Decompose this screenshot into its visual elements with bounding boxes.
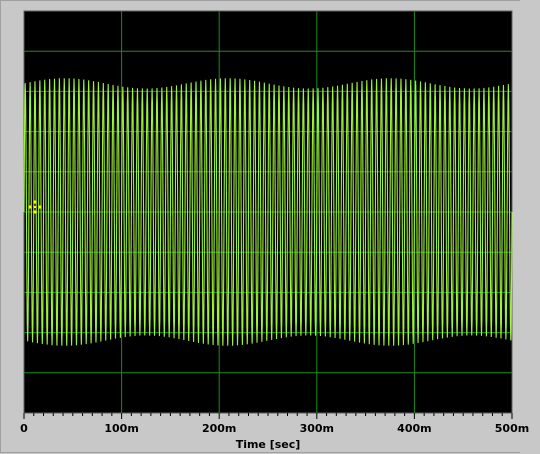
waveform-graph[interactable]: 0 100m 200m 300m 400m 500m Time [sec]	[0, 0, 540, 454]
cursor-dot	[38, 205, 42, 209]
right-strip	[520, 0, 540, 454]
x-tick-label: 500m	[495, 422, 529, 435]
cursor-dot	[28, 205, 32, 209]
x-axis-label: Time [sec]	[236, 438, 301, 451]
x-tick-label: 0	[20, 422, 28, 435]
x-tick-label: 400m	[397, 422, 431, 435]
cursor-dot	[33, 200, 37, 204]
graph-frame: 0 100m 200m 300m 400m 500m Time [sec]	[0, 0, 540, 454]
cursor-center	[34, 206, 36, 208]
x-tick-label: 300m	[300, 422, 334, 435]
x-tick-label: 100m	[104, 422, 138, 435]
cursor-dot	[33, 210, 37, 214]
x-tick-label: 200m	[202, 422, 236, 435]
